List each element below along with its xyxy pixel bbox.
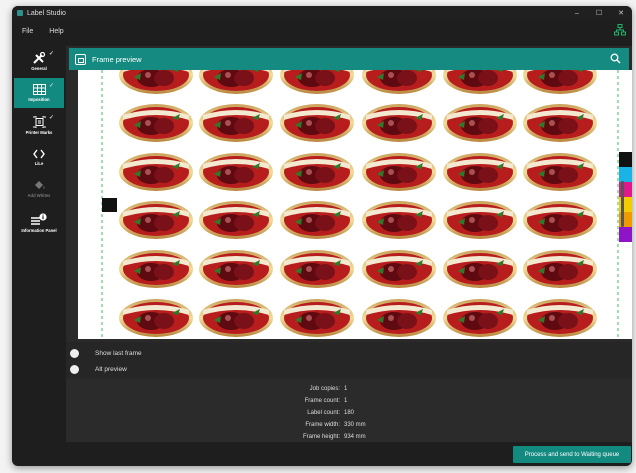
label-item <box>362 201 436 239</box>
check-icon: ✓ <box>48 83 54 89</box>
label-item <box>280 104 354 142</box>
maximize-button[interactable]: ☐ <box>588 6 610 20</box>
label-item <box>362 250 436 288</box>
sidebar-item-information-panel[interactable]: Information Panel <box>14 208 64 238</box>
info-row-label-count: Label count: 180 <box>307 410 355 416</box>
info-row-frame-height: Frame height: 934 mm <box>302 434 366 440</box>
frame-preview-canvas[interactable] <box>78 70 632 339</box>
frame-preview-header: Frame preview <box>69 48 629 70</box>
registration-mark <box>102 198 117 212</box>
sidebar-item-printer-marks[interactable]: ✓ Printer Marks <box>14 110 64 140</box>
label-item <box>119 201 193 239</box>
label-item <box>443 299 517 337</box>
job-info-panel: Job copies: 1 Frame count: 1 Label count… <box>66 380 632 442</box>
preview-options: Show last frame Alt preview <box>66 342 632 378</box>
label-item <box>443 250 517 288</box>
label-item <box>523 201 597 239</box>
label-item <box>199 201 273 239</box>
code-brackets-icon <box>33 149 45 158</box>
tools-icon <box>33 51 46 64</box>
app-window: Label Studio – ☐ ✕ File Help ✓ General ✓… <box>12 6 632 466</box>
label-item <box>119 299 193 337</box>
sidebar-item-label: Add Whites <box>27 193 51 198</box>
menu-file[interactable]: File <box>22 28 33 35</box>
paint-bucket-icon <box>34 181 44 189</box>
alt-preview-label: Alt preview <box>95 366 127 373</box>
label-item <box>523 153 597 191</box>
sidebar: ✓ General ✓ Imposition ✓ Printer Marks L… <box>12 46 66 276</box>
info-row-frame-width: Frame width: 330 mm <box>305 422 366 428</box>
label-item <box>280 299 354 337</box>
sidebar-item-imposition[interactable]: ✓ Imposition <box>14 78 64 108</box>
label-item <box>119 250 193 288</box>
label-item <box>362 104 436 142</box>
sidebar-item-general[interactable]: ✓ General <box>14 46 64 76</box>
label-item <box>199 153 273 191</box>
menu-bar: File Help <box>12 24 632 38</box>
sidebar-item-add-whites[interactable]: Add Whites <box>14 174 64 204</box>
process-and-send-button[interactable]: Process and send to Waiting queue <box>513 446 631 463</box>
label-item <box>199 250 273 288</box>
label-item <box>199 299 273 337</box>
sidebar-item-lile[interactable]: LiLe <box>14 142 64 172</box>
menu-help[interactable]: Help <box>49 28 63 35</box>
show-last-frame-label: Show last frame <box>95 350 142 357</box>
alt-preview-radio[interactable] <box>70 365 79 374</box>
label-item <box>362 70 436 94</box>
grid-icon <box>32 84 46 95</box>
label-sheet-preview <box>101 70 632 339</box>
sidebar-item-label: Information Panel <box>21 228 57 233</box>
label-grid <box>119 70 597 337</box>
label-item <box>280 153 354 191</box>
crop-marks-icon <box>32 115 46 128</box>
label-item <box>443 153 517 191</box>
label-item <box>523 250 597 288</box>
label-item <box>362 299 436 337</box>
minimize-button[interactable]: – <box>566 6 588 20</box>
window-title: Label Studio <box>27 9 66 17</box>
label-item <box>199 104 273 142</box>
label-item <box>119 70 193 94</box>
main-panel: Frame preview Show last frame Alt previe… <box>66 46 632 442</box>
app-logo-icon <box>17 10 23 16</box>
label-item <box>523 104 597 142</box>
info-row-job-copies: Job copies: 1 <box>309 386 348 392</box>
check-icon: ✓ <box>48 51 54 57</box>
label-item <box>443 70 517 94</box>
label-item <box>523 299 597 337</box>
frame-preview-title: Frame preview <box>92 54 142 64</box>
label-item <box>443 104 517 142</box>
network-icon[interactable] <box>614 24 626 36</box>
label-item <box>119 153 193 191</box>
search-icon[interactable] <box>610 53 621 64</box>
label-item <box>119 104 193 142</box>
label-item <box>280 250 354 288</box>
label-item <box>280 70 354 94</box>
info-panel-icon <box>31 213 47 225</box>
sidebar-item-label: General <box>31 65 47 71</box>
alt-preview-option[interactable]: Alt preview <box>70 365 127 374</box>
check-icon: ✓ <box>48 115 54 121</box>
label-item <box>362 153 436 191</box>
sidebar-item-label: Printer Marks <box>25 129 53 135</box>
show-last-frame-option[interactable]: Show last frame <box>70 349 142 358</box>
title-bar: Label Studio – ☐ ✕ <box>12 6 632 20</box>
sidebar-item-label: Imposition <box>28 97 50 102</box>
sidebar-item-label: LiLe <box>34 160 44 166</box>
show-last-frame-radio[interactable] <box>70 349 79 358</box>
label-item <box>443 201 517 239</box>
image-frame-icon <box>75 53 86 65</box>
close-button[interactable]: ✕ <box>610 6 632 20</box>
label-item <box>199 70 273 94</box>
label-item <box>523 70 597 94</box>
label-item <box>280 201 354 239</box>
info-row-frame-count: Frame count: 1 <box>304 398 348 404</box>
preview-scrollbar[interactable] <box>621 181 624 227</box>
